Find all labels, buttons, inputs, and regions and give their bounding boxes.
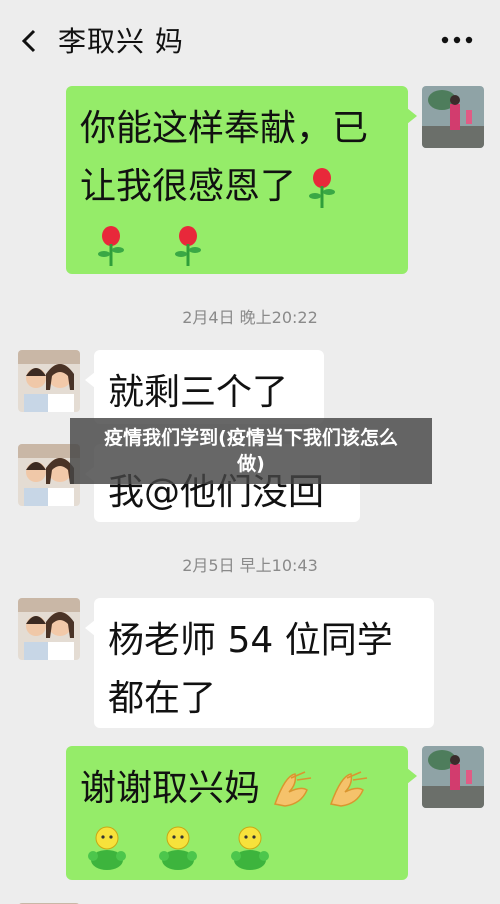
chevron-left-icon[interactable]	[18, 26, 44, 56]
more-dots-icon[interactable]	[440, 28, 474, 52]
avatar-self[interactable]	[422, 86, 484, 148]
clap-emoji	[274, 771, 312, 807]
avatar-contact[interactable]	[18, 896, 80, 904]
avatar-contact[interactable]	[18, 598, 80, 660]
chat-title: 李取兴 妈	[58, 25, 184, 58]
message-line: 让我很感恩了	[80, 166, 297, 207]
caption-overlay: 疫情我们学到(疫情当下我们该怎么 做)	[70, 418, 432, 484]
message-line: 都在了	[108, 678, 217, 719]
thumbs-up-figure-emoji	[88, 826, 126, 870]
message-line: 杨老师 54 位同学	[108, 620, 393, 661]
thumbs-up-figure-emoji	[159, 826, 198, 870]
clap-emoji	[329, 771, 368, 807]
message-line-with-emoji: 谢谢取兴妈	[80, 760, 394, 818]
rose-emoji	[174, 226, 201, 266]
timestamp: 2月5日 早上10:43	[182, 556, 318, 575]
emoji-row	[80, 216, 394, 274]
avatar-contact[interactable]	[18, 350, 80, 412]
caption-line: 做)	[237, 453, 265, 475]
rose-emoji	[309, 168, 336, 208]
message-line: 你能这样奉献，已	[80, 108, 369, 149]
message-line-with-emoji: 让我很感恩了	[80, 158, 394, 216]
timestamp: 2月4日 晚上20:22	[182, 308, 318, 327]
chat-header: 李取兴 妈	[0, 0, 500, 82]
rose-emoji	[98, 226, 124, 266]
message-bubble-received[interactable]: 杨老师 54 位同学 都在了	[85, 598, 434, 728]
message-bubble-received[interactable]: 就剩三个了	[85, 350, 324, 424]
message-text: 谢谢取兴妈	[80, 768, 261, 809]
message-text: 就剩三个了	[108, 372, 289, 413]
message-bubble-sent[interactable]: 你能这样奉献，已 让我很感恩了	[66, 86, 417, 274]
message-bubble-sent[interactable]: 谢谢取兴妈	[66, 746, 417, 880]
thumbs-up-figure-emoji	[230, 826, 269, 870]
caption-line: 疫情我们学到(疫情当下我们该怎么	[104, 427, 398, 449]
avatar-self[interactable]	[422, 746, 484, 808]
emoji-row	[80, 818, 394, 876]
